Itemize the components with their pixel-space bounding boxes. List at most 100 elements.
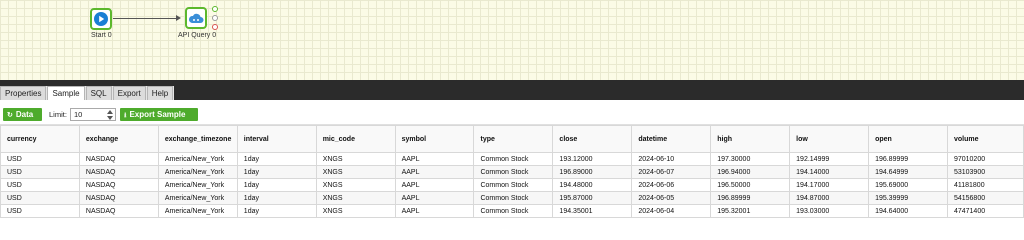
- limit-input[interactable]: 10: [70, 108, 116, 121]
- table-cell: 1day: [236, 191, 317, 205]
- tab-bar-filler: [174, 86, 1024, 100]
- tab-help[interactable]: Help: [146, 86, 174, 100]
- column-header-exchange[interactable]: exchange: [78, 125, 159, 153]
- table-cell: 2024-06-05: [631, 191, 712, 205]
- node-connector: [113, 18, 176, 19]
- sample-table: currency exchange exchange_timezone interva…: [0, 125, 1024, 218]
- table-cell: Common Stock: [473, 165, 554, 179]
- table-cell: Common Stock: [473, 152, 554, 166]
- table-row[interactable]: USD NASDAQ America/New_York 1day XNGS AAPL Com…: [0, 204, 1024, 218]
- column-header-symbol[interactable]: symbol: [394, 125, 475, 153]
- table-cell: AAPL: [394, 165, 475, 179]
- table-cell: 196.94000: [710, 165, 791, 179]
- table-cell: NASDAQ: [78, 178, 159, 192]
- table-cell: 194.64999: [868, 165, 948, 179]
- table-cell: 1day: [236, 165, 317, 179]
- column-header-interval[interactable]: interval: [236, 125, 317, 153]
- table-cell: 196.89999: [710, 191, 791, 205]
- column-header-open[interactable]: open: [868, 125, 948, 153]
- column-header-low[interactable]: low: [789, 125, 870, 153]
- table-header-row: currency exchange exchange_timezone interva…: [0, 125, 1024, 153]
- column-header-close[interactable]: close: [552, 125, 633, 153]
- limit-label: Limit:: [49, 110, 67, 119]
- table-row[interactable]: USD NASDAQ America/New_York 1day XNGS AAPL Com…: [0, 191, 1024, 205]
- column-header-currency[interactable]: currency: [0, 125, 80, 153]
- error-port[interactable]: [212, 24, 218, 30]
- table-cell: 194.48000: [552, 178, 633, 192]
- table-cell: USD: [0, 191, 80, 205]
- refresh-data-button[interactable]: ↻ Data: [3, 108, 42, 121]
- limit-stepper[interactable]: [107, 110, 113, 120]
- column-header-mic-code[interactable]: mic_code: [315, 125, 396, 153]
- table-cell: 54156800: [946, 191, 1024, 205]
- table-cell: America/New_York: [157, 204, 238, 218]
- column-header-high[interactable]: high: [710, 125, 791, 153]
- table-cell: 194.14000: [789, 165, 870, 179]
- table-cell: 193.03000: [789, 204, 870, 218]
- column-header-type[interactable]: type: [473, 125, 554, 153]
- table-cell: 47471400: [946, 204, 1024, 218]
- stepper-up-icon[interactable]: [107, 110, 113, 114]
- column-header-datetime[interactable]: datetime: [631, 125, 712, 153]
- table-cell: 194.17000: [789, 178, 870, 192]
- refresh-icon: ↻: [7, 112, 13, 119]
- connector-arrow-icon: [176, 15, 181, 21]
- workflow-canvas[interactable]: Start 0 API Query 0: [0, 0, 1024, 80]
- tab-sample[interactable]: Sample: [47, 86, 85, 100]
- table-cell: 1day: [236, 152, 317, 166]
- table-cell: 196.89999: [868, 152, 948, 166]
- table-cell: 192.14999: [789, 152, 870, 166]
- api-query-node[interactable]: [185, 7, 207, 29]
- table-cell: 1day: [236, 204, 317, 218]
- table-cell: 97010200: [946, 152, 1024, 166]
- table-cell: NASDAQ: [78, 204, 159, 218]
- table-row[interactable]: USD NASDAQ America/New_York 1day XNGS AAPL Com…: [0, 165, 1024, 179]
- neutral-port[interactable]: [212, 15, 218, 21]
- table-cell: America/New_York: [157, 191, 238, 205]
- table-cell: AAPL: [394, 204, 475, 218]
- column-header-volume[interactable]: volume: [946, 125, 1024, 153]
- start-node[interactable]: [90, 8, 112, 30]
- table-row[interactable]: USD NASDAQ America/New_York 1day XNGS AAPL Com…: [0, 152, 1024, 166]
- table-cell: 195.32001: [710, 204, 791, 218]
- success-port[interactable]: [212, 6, 218, 12]
- tab-sql[interactable]: SQL: [85, 86, 112, 100]
- table-cell: 41181800: [946, 178, 1024, 192]
- column-header-exchange-timezone[interactable]: exchange_timezone: [157, 125, 238, 153]
- table-cell: NASDAQ: [78, 191, 159, 205]
- download-icon: ⭳: [124, 112, 127, 119]
- table-cell: 196.89000: [552, 165, 633, 179]
- table-cell: 2024-06-07: [631, 165, 712, 179]
- table-cell: America/New_York: [157, 152, 238, 166]
- table-cell: 1day: [236, 178, 317, 192]
- export-sample-button[interactable]: ⭳ Export Sample: [120, 108, 198, 121]
- table-cell: XNGS: [315, 178, 396, 192]
- play-icon: [94, 12, 108, 26]
- table-cell: 194.35001: [552, 204, 633, 218]
- table-cell: 2024-06-10: [631, 152, 712, 166]
- table-cell: XNGS: [315, 204, 396, 218]
- tab-bar: Properties Sample SQL Export Help: [0, 86, 1024, 100]
- table-cell: XNGS: [315, 152, 396, 166]
- table-cell: 196.50000: [710, 178, 791, 192]
- tab-export[interactable]: Export: [112, 86, 146, 100]
- table-body: USD NASDAQ America/New_York 1day XNGS AAPL Com…: [0, 152, 1024, 218]
- table-cell: 195.69000: [868, 178, 948, 192]
- table-cell: 194.87000: [789, 191, 870, 205]
- limit-value: 10: [74, 110, 83, 119]
- tab-properties[interactable]: Properties: [0, 86, 47, 100]
- table-row[interactable]: USD NASDAQ America/New_York 1day XNGS AAPL Com…: [0, 178, 1024, 192]
- sample-table-container[interactable]: currency exchange exchange_timezone interva…: [0, 125, 1024, 222]
- table-cell: 195.39999: [868, 191, 948, 205]
- table-cell: XNGS: [315, 165, 396, 179]
- table-cell: 193.12000: [552, 152, 633, 166]
- table-cell: USD: [0, 165, 80, 179]
- export-sample-label: Export Sample: [129, 110, 186, 119]
- table-cell: 53103900: [946, 165, 1024, 179]
- table-cell: AAPL: [394, 178, 475, 192]
- table-cell: America/New_York: [157, 165, 238, 179]
- table-cell: USD: [0, 178, 80, 192]
- table-cell: USD: [0, 204, 80, 218]
- table-cell: 2024-06-04: [631, 204, 712, 218]
- stepper-down-icon[interactable]: [107, 116, 113, 120]
